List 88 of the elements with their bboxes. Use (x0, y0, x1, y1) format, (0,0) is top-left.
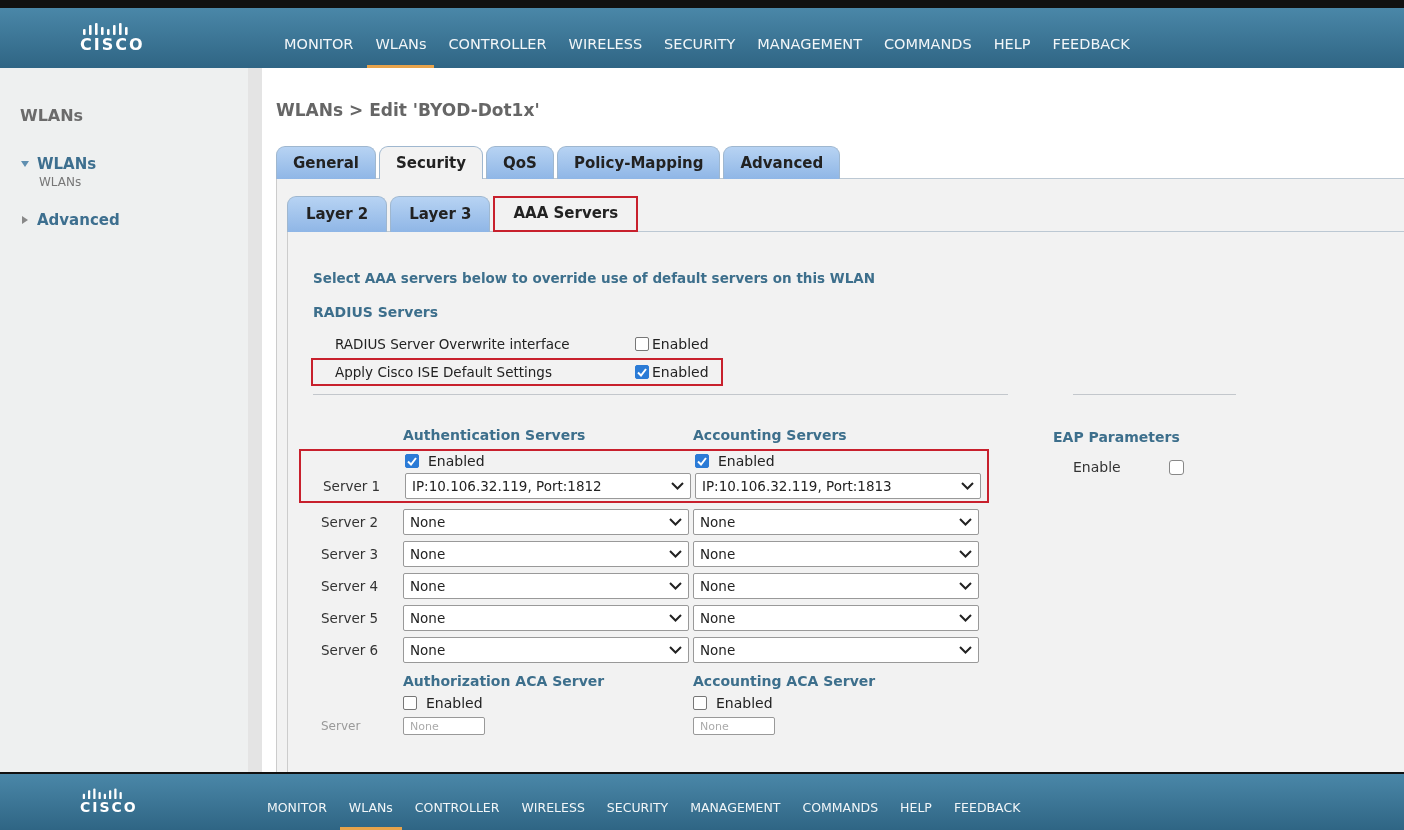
sidebar-title: WLANs (20, 106, 85, 125)
server-dropdown[interactable]: None (693, 573, 979, 599)
logo-text: CISCO (80, 799, 139, 815)
column-heading: Accounting Servers (693, 427, 848, 443)
tab[interactable]: General (276, 146, 376, 179)
nav-link[interactable]: HELP (985, 36, 1039, 68)
nav-link[interactable]: MANAGEMENT (681, 800, 790, 830)
tab[interactable]: Layer 2 (287, 196, 388, 232)
nav-link[interactable]: CONTROLLER (405, 800, 509, 830)
checkbox-label: Enabled (426, 695, 483, 711)
server-label: Server 2 (320, 514, 380, 530)
intro-text: Select AAA servers below to override use of default servers on this WLAN (313, 270, 877, 286)
nav-link[interactable]: MANAGEMENT (749, 36, 870, 68)
nav-link[interactable]: CONTROLLER (440, 36, 555, 68)
page-title: WLANs > Edit 'BYOD-Dot1x' (276, 100, 541, 120)
checkbox[interactable] (635, 365, 649, 379)
server-dropdown[interactable]: None (693, 509, 979, 535)
server-dropdown[interactable]: None (403, 573, 689, 599)
chevron-down-icon (669, 614, 682, 622)
nav-link[interactable]: SECURITY (597, 800, 678, 830)
tab[interactable]: Policy-Mapping (556, 146, 721, 179)
checkbox-label: Enabled (652, 336, 709, 352)
nav-link[interactable]: WIRELESS (512, 800, 594, 830)
chevron-down-icon (669, 518, 682, 526)
server-dropdown[interactable]: None (403, 605, 689, 631)
checkbox[interactable] (1168, 459, 1184, 475)
nav-link[interactable]: COMMANDS (793, 800, 888, 830)
tree-item[interactable]: Advanced (20, 211, 248, 229)
server-label: Server (320, 719, 362, 733)
server-dropdown[interactable]: IP:10.106.32.119, Port:1813 (695, 473, 981, 499)
chevron-down-icon (669, 550, 682, 558)
column-heading: Authentication Servers (403, 427, 587, 443)
checkbox-label: Enabled (718, 453, 775, 469)
column-heading: Authorization ACA Server (403, 673, 606, 689)
server-label: Server 6 (320, 642, 380, 658)
chevron-down-icon (961, 482, 974, 490)
checkbox[interactable] (405, 454, 419, 468)
section-heading: RADIUS Servers (313, 304, 440, 320)
nav-link[interactable]: HELP (891, 800, 941, 830)
nav-link[interactable]: SECURITY (656, 36, 744, 68)
section-heading: EAP Parameters (1053, 429, 1181, 445)
chevron-down-icon (671, 482, 684, 490)
checkbox-label: Enabled (652, 364, 709, 380)
nav-link[interactable]: FEEDBACK (1044, 36, 1138, 68)
nav-link[interactable]: WIRELESS (560, 36, 651, 68)
chevron-down-icon (669, 582, 682, 590)
tree-item[interactable]: WLANs (20, 155, 248, 173)
chevron-down-icon (959, 550, 972, 558)
tab[interactable]: AAA Servers (493, 196, 639, 232)
checkbox[interactable] (403, 696, 417, 710)
chevron-down-icon (959, 518, 972, 526)
server-dropdown[interactable]: None (693, 605, 979, 631)
checkbox[interactable] (695, 454, 709, 468)
chevron-down-icon (669, 646, 682, 654)
nav-link[interactable]: MONITOR (276, 36, 362, 68)
checkbox[interactable] (635, 337, 649, 351)
column-heading: Accounting ACA Server (693, 673, 877, 689)
tab[interactable]: Security (379, 146, 484, 179)
server-dropdown[interactable]: None (693, 637, 979, 663)
checkbox[interactable] (693, 696, 707, 710)
tab[interactable]: QoS (486, 146, 554, 179)
chevron-down-icon (959, 646, 972, 654)
nav-link[interactable]: MONITOR (258, 800, 336, 830)
nav-link[interactable]: WLANs (339, 800, 402, 830)
tab[interactable]: Advanced (723, 146, 841, 179)
server-label: Server 1 (322, 478, 382, 494)
server-label: Server 3 (320, 546, 380, 562)
triangle-down-icon (20, 159, 30, 169)
option-label: RADIUS Server Overwrite interface (335, 336, 571, 352)
option-label: Enable (1073, 459, 1121, 475)
server-dropdown[interactable]: None (693, 541, 979, 567)
server-label: Server 4 (320, 578, 380, 594)
server-dropdown[interactable]: None (403, 637, 689, 663)
server-label: Server 5 (320, 610, 380, 626)
tree-child-item[interactable]: WLANs (39, 175, 248, 189)
server-dropdown[interactable]: IP:10.106.32.119, Port:1812 (405, 473, 691, 499)
server-dropdown[interactable]: None (403, 509, 689, 535)
chevron-down-icon (959, 614, 972, 622)
chevron-down-icon (959, 582, 972, 590)
tab[interactable]: Layer 3 (390, 196, 491, 232)
server-dropdown[interactable]: None (403, 541, 689, 567)
nav-link[interactable]: FEEDBACK (944, 800, 1030, 830)
nav-link[interactable]: COMMANDS (876, 36, 980, 68)
checkbox-label: Enabled (716, 695, 773, 711)
triangle-right-icon (20, 215, 30, 225)
logo-text: CISCO (80, 34, 146, 54)
checkbox-label: Enabled (428, 453, 485, 469)
option-label: Apply Cisco ISE Default Settings (335, 364, 553, 380)
